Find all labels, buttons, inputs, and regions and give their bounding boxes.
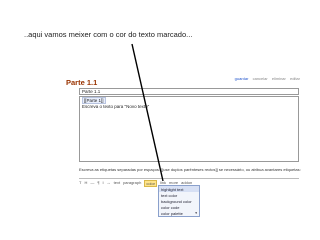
menu-item-color-palette[interactable]: color palette ▾ [159, 210, 199, 216]
toolbar-button-link-arrows[interactable]: ↔ [107, 180, 111, 187]
toolbar-button-text[interactable]: T [79, 180, 81, 187]
selected-text: [[Parte 1]] [82, 97, 106, 104]
title-input[interactable]: Parte 1.1 [79, 88, 299, 95]
page-title: Parte 1.1 [66, 78, 98, 87]
toolbar-button-rule[interactable]: — [90, 180, 94, 187]
edit-link[interactable]: editar [290, 76, 300, 81]
tags-input[interactable] [79, 178, 299, 179]
toolbar-button-paragraph-mark[interactable]: ¶ [97, 180, 99, 187]
menu-item-color-palette-label: color palette [161, 210, 183, 216]
body-text-line: Escreva o texto para "Novo texto" [82, 103, 150, 109]
delete-link[interactable]: eliminar [272, 76, 286, 81]
chevron-down-icon: ▾ [195, 210, 197, 215]
save-link[interactable]: guardar [235, 76, 249, 81]
body-textarea[interactable]: [[Parte 1]] Escreva o texto para "Novo t… [79, 96, 299, 162]
toolbar-button-italic[interactable]: I [103, 180, 104, 187]
toolbar-button-heading[interactable]: H [84, 180, 87, 187]
cancel-link[interactable]: cancelar [253, 76, 268, 81]
page-actions: guardar cancelar eliminar editar [232, 76, 300, 81]
toolbar-button-paragraph[interactable]: paragraph [123, 180, 141, 187]
toolbar-button-text-style[interactable]: text [114, 180, 120, 187]
caption-text: ..aqui vamos meixer com o cor do texto m… [24, 30, 193, 39]
toolbar-button-color[interactable]: color [144, 180, 157, 187]
tags-hint: Escreva as etiquetas separadas por espaç… [79, 167, 301, 172]
color-dropdown-menu: highlight text text color background col… [158, 185, 200, 217]
